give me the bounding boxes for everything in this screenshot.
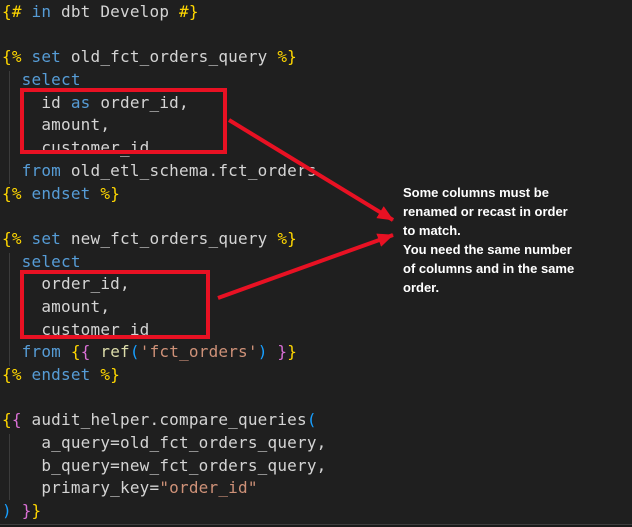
code-token: audit_helper.compare_queries	[22, 410, 307, 429]
code-token	[2, 70, 22, 89]
code-line-17: {% endset %}	[2, 364, 326, 387]
code-token: a_query=old_fct_orders_query,	[2, 433, 326, 452]
code-token: {	[81, 342, 91, 361]
code-token: {	[71, 342, 81, 361]
code-token: old_fct_orders_query	[61, 47, 277, 66]
code-editor[interactable]: {# in dbt Develop #} {% set old_fct_orde…	[2, 1, 326, 523]
code-token: endset	[32, 184, 91, 203]
code-line-1: {# in dbt Develop #}	[2, 1, 326, 24]
code-token	[22, 47, 32, 66]
code-token: {	[12, 410, 22, 429]
annotation-line: order.	[403, 278, 603, 297]
code-token: %}	[277, 229, 297, 248]
code-token: %}	[100, 184, 120, 203]
code-token: (	[130, 342, 140, 361]
code-token: set	[32, 229, 62, 248]
code-line-2	[2, 24, 326, 47]
code-token: primary_key=	[2, 478, 159, 497]
code-line-9: {% endset %}	[2, 183, 326, 206]
annotation-line: to match.	[403, 221, 603, 240]
code-token: )	[258, 342, 268, 361]
code-token: select	[22, 252, 81, 271]
code-token: b_query=new_fct_orders_query,	[2, 456, 326, 475]
code-token: {%	[2, 47, 22, 66]
code-line-8: from old_etl_schema.fct_orders	[2, 160, 326, 183]
code-token: dbt Develop	[51, 2, 179, 21]
code-line-16: from {{ ref('fct_orders') }}	[2, 341, 326, 364]
highlight-box-old-columns	[20, 88, 227, 154]
annotation-line: of columns and in the same	[403, 259, 603, 278]
code-token: %}	[100, 365, 120, 384]
annotation-line: renamed or recast in order	[403, 202, 603, 221]
code-token	[91, 184, 101, 203]
code-token: )	[2, 501, 12, 520]
code-token: select	[22, 70, 81, 89]
code-line-11: {% set new_fct_orders_query %}	[2, 228, 326, 251]
code-token: {%	[2, 184, 22, 203]
code-line-19: {{ audit_helper.compare_queries(	[2, 409, 326, 432]
code-token	[268, 342, 278, 361]
code-line-3: {% set old_fct_orders_query %}	[2, 46, 326, 69]
code-token	[2, 252, 22, 271]
code-token	[22, 365, 32, 384]
code-line-10	[2, 205, 326, 228]
code-token: }	[277, 342, 287, 361]
code-line-23: ) }}	[2, 500, 326, 523]
annotation-line: Some columns must be	[403, 183, 603, 202]
code-token: }	[32, 501, 42, 520]
code-token	[2, 161, 22, 180]
code-token: %}	[277, 47, 297, 66]
code-token: }	[287, 342, 297, 361]
code-token: new_fct_orders_query	[61, 229, 277, 248]
code-token: 'fct_orders'	[140, 342, 258, 361]
code-token: }	[22, 501, 32, 520]
code-token	[22, 2, 32, 21]
code-token: #}	[179, 2, 199, 21]
code-token: {	[2, 410, 12, 429]
annotation-line: You need the same number	[403, 240, 603, 259]
code-line-20: a_query=old_fct_orders_query,	[2, 432, 326, 455]
code-token: in	[32, 2, 52, 21]
code-token: "order_id"	[159, 478, 257, 497]
code-token: from	[22, 342, 61, 361]
code-token	[22, 184, 32, 203]
annotation-text: Some columns must berenamed or recast in…	[403, 183, 603, 297]
code-line-21: b_query=new_fct_orders_query,	[2, 455, 326, 478]
code-token: from	[22, 161, 61, 180]
code-token: (	[307, 410, 317, 429]
code-token: old_etl_schema.fct_orders	[61, 161, 317, 180]
code-line-22: primary_key="order_id"	[2, 477, 326, 500]
code-token: {#	[2, 2, 22, 21]
highlight-box-new-columns	[20, 270, 210, 339]
code-token	[91, 342, 101, 361]
code-token: {%	[2, 229, 22, 248]
code-token: {%	[2, 365, 22, 384]
code-token	[2, 342, 22, 361]
code-token: set	[32, 47, 62, 66]
code-token	[91, 365, 101, 384]
code-line-18	[2, 387, 326, 410]
code-token: ref	[100, 342, 130, 361]
code-token: endset	[32, 365, 91, 384]
editor-screenshot: { "colors": { "bg": "#1f1f1f", "plain": …	[0, 0, 632, 527]
code-token	[22, 229, 32, 248]
code-token	[61, 342, 71, 361]
code-token	[12, 501, 22, 520]
